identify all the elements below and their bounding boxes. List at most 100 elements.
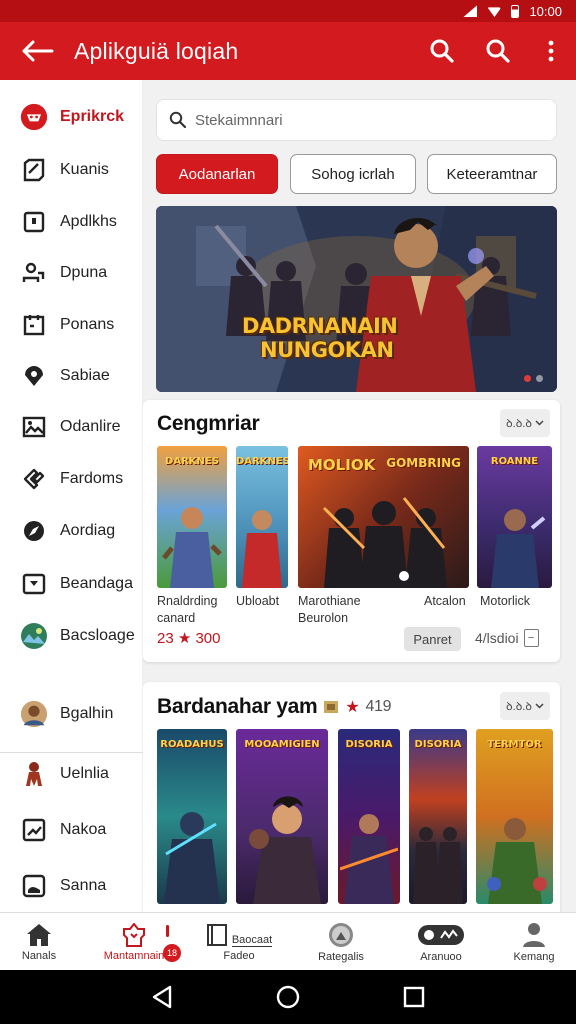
avatar-icon <box>20 700 48 728</box>
nav-item-kemang[interactable]: Kemang <box>492 913 576 971</box>
arrow-left-icon <box>22 40 54 62</box>
game-tile-title: DISORIA <box>345 739 393 750</box>
game-character-art <box>162 507 222 588</box>
home-circle-icon[interactable] <box>276 985 300 1009</box>
recents-square-icon[interactable] <box>403 986 425 1008</box>
game-name[interactable]: Ubloabt <box>236 593 279 610</box>
game-tile[interactable]: MOLIOK GOMBRING <box>298 446 469 588</box>
sidebar-item-fardoms[interactable]: Fardoms <box>0 456 143 502</box>
sidebar-item-uelnlia[interactable]: Uelnlia <box>0 751 143 797</box>
sidebar-item-sabiae[interactable]: Sabiae <box>0 353 143 399</box>
game-name[interactable]: Atcalon <box>424 593 466 610</box>
overflow-menu-button[interactable] <box>526 22 576 80</box>
game-character-art <box>249 796 321 904</box>
nav-item-nanals[interactable]: Nanals <box>0 913 78 971</box>
sidebar-item-nakoa[interactable]: Nakoa <box>0 807 143 853</box>
sidebar-item-sanna[interactable]: Sanna <box>0 863 143 909</box>
system-navigation-bar <box>0 970 576 1024</box>
sidebar-item-label: Dpuna <box>60 264 108 281</box>
section-title: Cengmriar <box>157 412 260 435</box>
nav-item-mantamnain[interactable]: Mantamnain 18 <box>80 913 188 971</box>
tv-icon <box>20 570 48 598</box>
sidebar-item-kuanis[interactable]: Kuanis <box>0 147 143 193</box>
main-content: Aodanarlan Sohog icrlah Keteeramtnar <box>143 80 576 912</box>
sidebar-item-aordiag[interactable]: Aordiag <box>0 508 143 554</box>
sidebar-item-bacsloage[interactable]: Bacsloage <box>0 613 143 659</box>
game-tile[interactable]: TERMTOR <box>476 729 553 904</box>
sidebar-item-dpuna[interactable]: Dpuna <box>0 250 143 296</box>
filter-chip-aodanarlan[interactable]: Aodanarlan <box>156 154 278 194</box>
tag-icon <box>20 465 48 493</box>
chevron-down-icon <box>535 703 544 709</box>
sidebar-item-ponans[interactable]: Ponans <box>0 302 143 348</box>
people-icon <box>20 259 48 287</box>
sidebar-item-label: Eprikrck <box>60 108 125 125</box>
app-bar: Aplikguiä loqiah <box>0 22 576 80</box>
battery-icon <box>511 4 520 18</box>
count-label: 4/lsdioi <box>475 630 519 646</box>
nav-label: Rategalis <box>318 950 364 963</box>
game-tile[interactable]: DISORIA <box>338 729 400 904</box>
game-tile[interactable]: DARKNES <box>157 446 227 588</box>
game-character-art <box>413 827 463 904</box>
home-icon <box>27 923 51 946</box>
filter-chip-keteeramtnar[interactable]: Keteeramtnar <box>427 154 557 194</box>
game-name[interactable]: Motorlick <box>480 593 530 610</box>
game-icon <box>123 922 145 947</box>
game-tile-title: DARKNES <box>236 456 288 467</box>
game-tile-title: MOOAMIGIEN <box>244 739 320 750</box>
get-button[interactable]: Panret <box>404 627 461 651</box>
carousel-dot[interactable] <box>536 375 543 382</box>
nav-label: Aranuoo <box>420 950 462 963</box>
game-tile-title: TERMTOR <box>487 739 542 750</box>
sidebar-item-label: Ponans <box>60 316 115 333</box>
hero-banner[interactable]: DADRNANAIN NUNGOKAN <box>156 206 557 392</box>
game-character-art <box>242 510 282 588</box>
search-button[interactable] <box>414 22 470 80</box>
controller-icon <box>418 924 464 945</box>
sidebar-item-bgalhin[interactable]: Bgalhin <box>0 691 143 737</box>
sidebar-item-label: Sabiae <box>60 367 110 384</box>
nav-item-fadeo[interactable]: Baocaat Fadeo <box>194 913 284 971</box>
wifi-icon <box>487 7 502 17</box>
carousel-dot[interactable] <box>524 375 531 382</box>
game-tile[interactable]: DARKNES <box>236 446 288 588</box>
sidebar-item-label: Odanlire <box>60 418 121 435</box>
sidebar-item-beandaga[interactable]: Beandaga <box>0 561 143 607</box>
nav-item-rategalis[interactable]: Rategalis <box>296 913 386 971</box>
game-tile[interactable]: MOOAMIGIEN <box>236 729 328 904</box>
sidebar-item-label: Apdlkhs <box>60 213 117 230</box>
game-tile[interactable]: ROADAHUS <box>157 729 227 904</box>
game-name[interactable]: Rnaldrding canard <box>157 593 237 627</box>
game-name[interactable]: Marothiane Beurolon <box>298 593 361 627</box>
nav-label: Kemang <box>513 950 555 963</box>
nav-item-aranuoo[interactable]: Aranuoo <box>396 913 486 971</box>
game-character-art <box>490 509 545 588</box>
landscape-icon <box>20 622 48 650</box>
game-tile[interactable]: ROANNE <box>477 446 552 588</box>
game-tile[interactable]: DISORIA <box>409 729 467 904</box>
more-label: ꝺ.ꝺ.ꝺ <box>506 700 532 713</box>
minus-icon[interactable]: − <box>523 629 539 647</box>
check-square-icon <box>20 156 48 184</box>
section-more-button[interactable]: ꝺ.ꝺ.ꝺ <box>500 692 550 720</box>
sidebar-item-label: Kuanis <box>60 161 109 178</box>
sidebar-item-eprikrck[interactable]: Eprikrck <box>0 94 143 140</box>
search-bar[interactable] <box>156 99 557 141</box>
carousel-indicator <box>524 375 543 382</box>
filter-chip-sohog[interactable]: Sohog icrlah <box>290 154 416 194</box>
book-icon <box>206 923 227 946</box>
search-input[interactable] <box>195 111 535 129</box>
game-character-art <box>486 818 547 904</box>
more-label: ꝺ.ꝺ.ꝺ <box>506 417 532 430</box>
back-triangle-icon[interactable] <box>151 985 173 1009</box>
clipboard-icon <box>20 311 48 339</box>
sidebar-item-apdlkhs[interactable]: Apdlkhs <box>0 199 143 245</box>
brand-logo-icon <box>20 103 48 131</box>
sidebar-item-odanlire[interactable]: Odanlire <box>0 404 143 450</box>
section-more-button[interactable]: ꝺ.ꝺ.ꝺ <box>500 409 550 437</box>
back-button[interactable] <box>0 22 74 80</box>
hero-artwork <box>156 206 557 392</box>
hero-title-line2: NUNGOKAN <box>260 338 394 362</box>
search-button-2[interactable] <box>470 22 526 80</box>
